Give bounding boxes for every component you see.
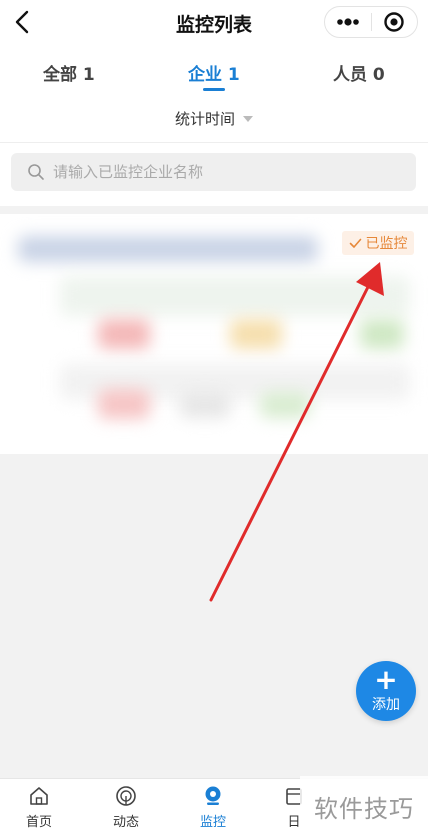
tabbar-item-home[interactable]: 首页 bbox=[9, 785, 69, 830]
watermark-text: 软件技巧 bbox=[300, 776, 428, 836]
tabbar-item-feed[interactable]: 动态 bbox=[96, 785, 156, 830]
check-icon bbox=[349, 238, 361, 248]
tabbar-label: 首页 bbox=[25, 815, 52, 830]
search-input[interactable] bbox=[51, 162, 395, 182]
add-button[interactable]: + 添加 bbox=[356, 661, 416, 721]
add-label: 添加 bbox=[372, 697, 400, 713]
search-icon bbox=[28, 164, 44, 180]
blurred-stat-1 bbox=[98, 319, 150, 349]
filter-label: 统计时间 bbox=[174, 109, 235, 128]
stat-time-filter[interactable]: 统计时间 bbox=[0, 94, 428, 142]
tab-person[interactable]: 人员 0 bbox=[333, 60, 385, 85]
blurred-stat-6 bbox=[260, 392, 310, 418]
category-tabs: 全部 1 企业 1 人员 0 bbox=[0, 44, 428, 94]
more-button[interactable] bbox=[325, 7, 371, 37]
blurred-content bbox=[60, 276, 410, 316]
active-tab-indicator bbox=[203, 88, 225, 91]
badge-label: 已监控 bbox=[365, 236, 408, 252]
plus-icon: + bbox=[374, 663, 398, 696]
search-box[interactable] bbox=[11, 153, 416, 191]
nav-header: 监控列表 bbox=[0, 0, 428, 44]
blurred-stat-4 bbox=[98, 389, 150, 419]
search-section bbox=[0, 142, 428, 206]
tab-all[interactable]: 全部 1 bbox=[43, 60, 95, 85]
close-mini-program-button[interactable] bbox=[372, 7, 418, 37]
home-icon bbox=[30, 787, 48, 805]
blurred-company-name bbox=[18, 236, 318, 262]
blurred-stat-5 bbox=[180, 392, 230, 418]
blurred-stat-2 bbox=[230, 319, 282, 349]
camera-icon bbox=[205, 786, 221, 805]
more-dots-icon bbox=[336, 18, 359, 26]
tabbar-label: 监控 bbox=[199, 815, 226, 830]
caret-down-icon bbox=[243, 116, 253, 122]
monitored-badge: 已监控 bbox=[342, 231, 414, 255]
blurred-stat-3 bbox=[360, 319, 404, 349]
mini-program-capsule bbox=[324, 6, 418, 38]
tab-company[interactable]: 企业 1 bbox=[188, 60, 240, 85]
tabbar-label: 动态 bbox=[112, 815, 139, 830]
tabbar-label: 日 bbox=[287, 815, 301, 830]
target-circle-icon bbox=[384, 12, 404, 32]
radar-icon bbox=[116, 786, 136, 806]
tabbar-item-monitor[interactable]: 监控 bbox=[183, 785, 243, 830]
